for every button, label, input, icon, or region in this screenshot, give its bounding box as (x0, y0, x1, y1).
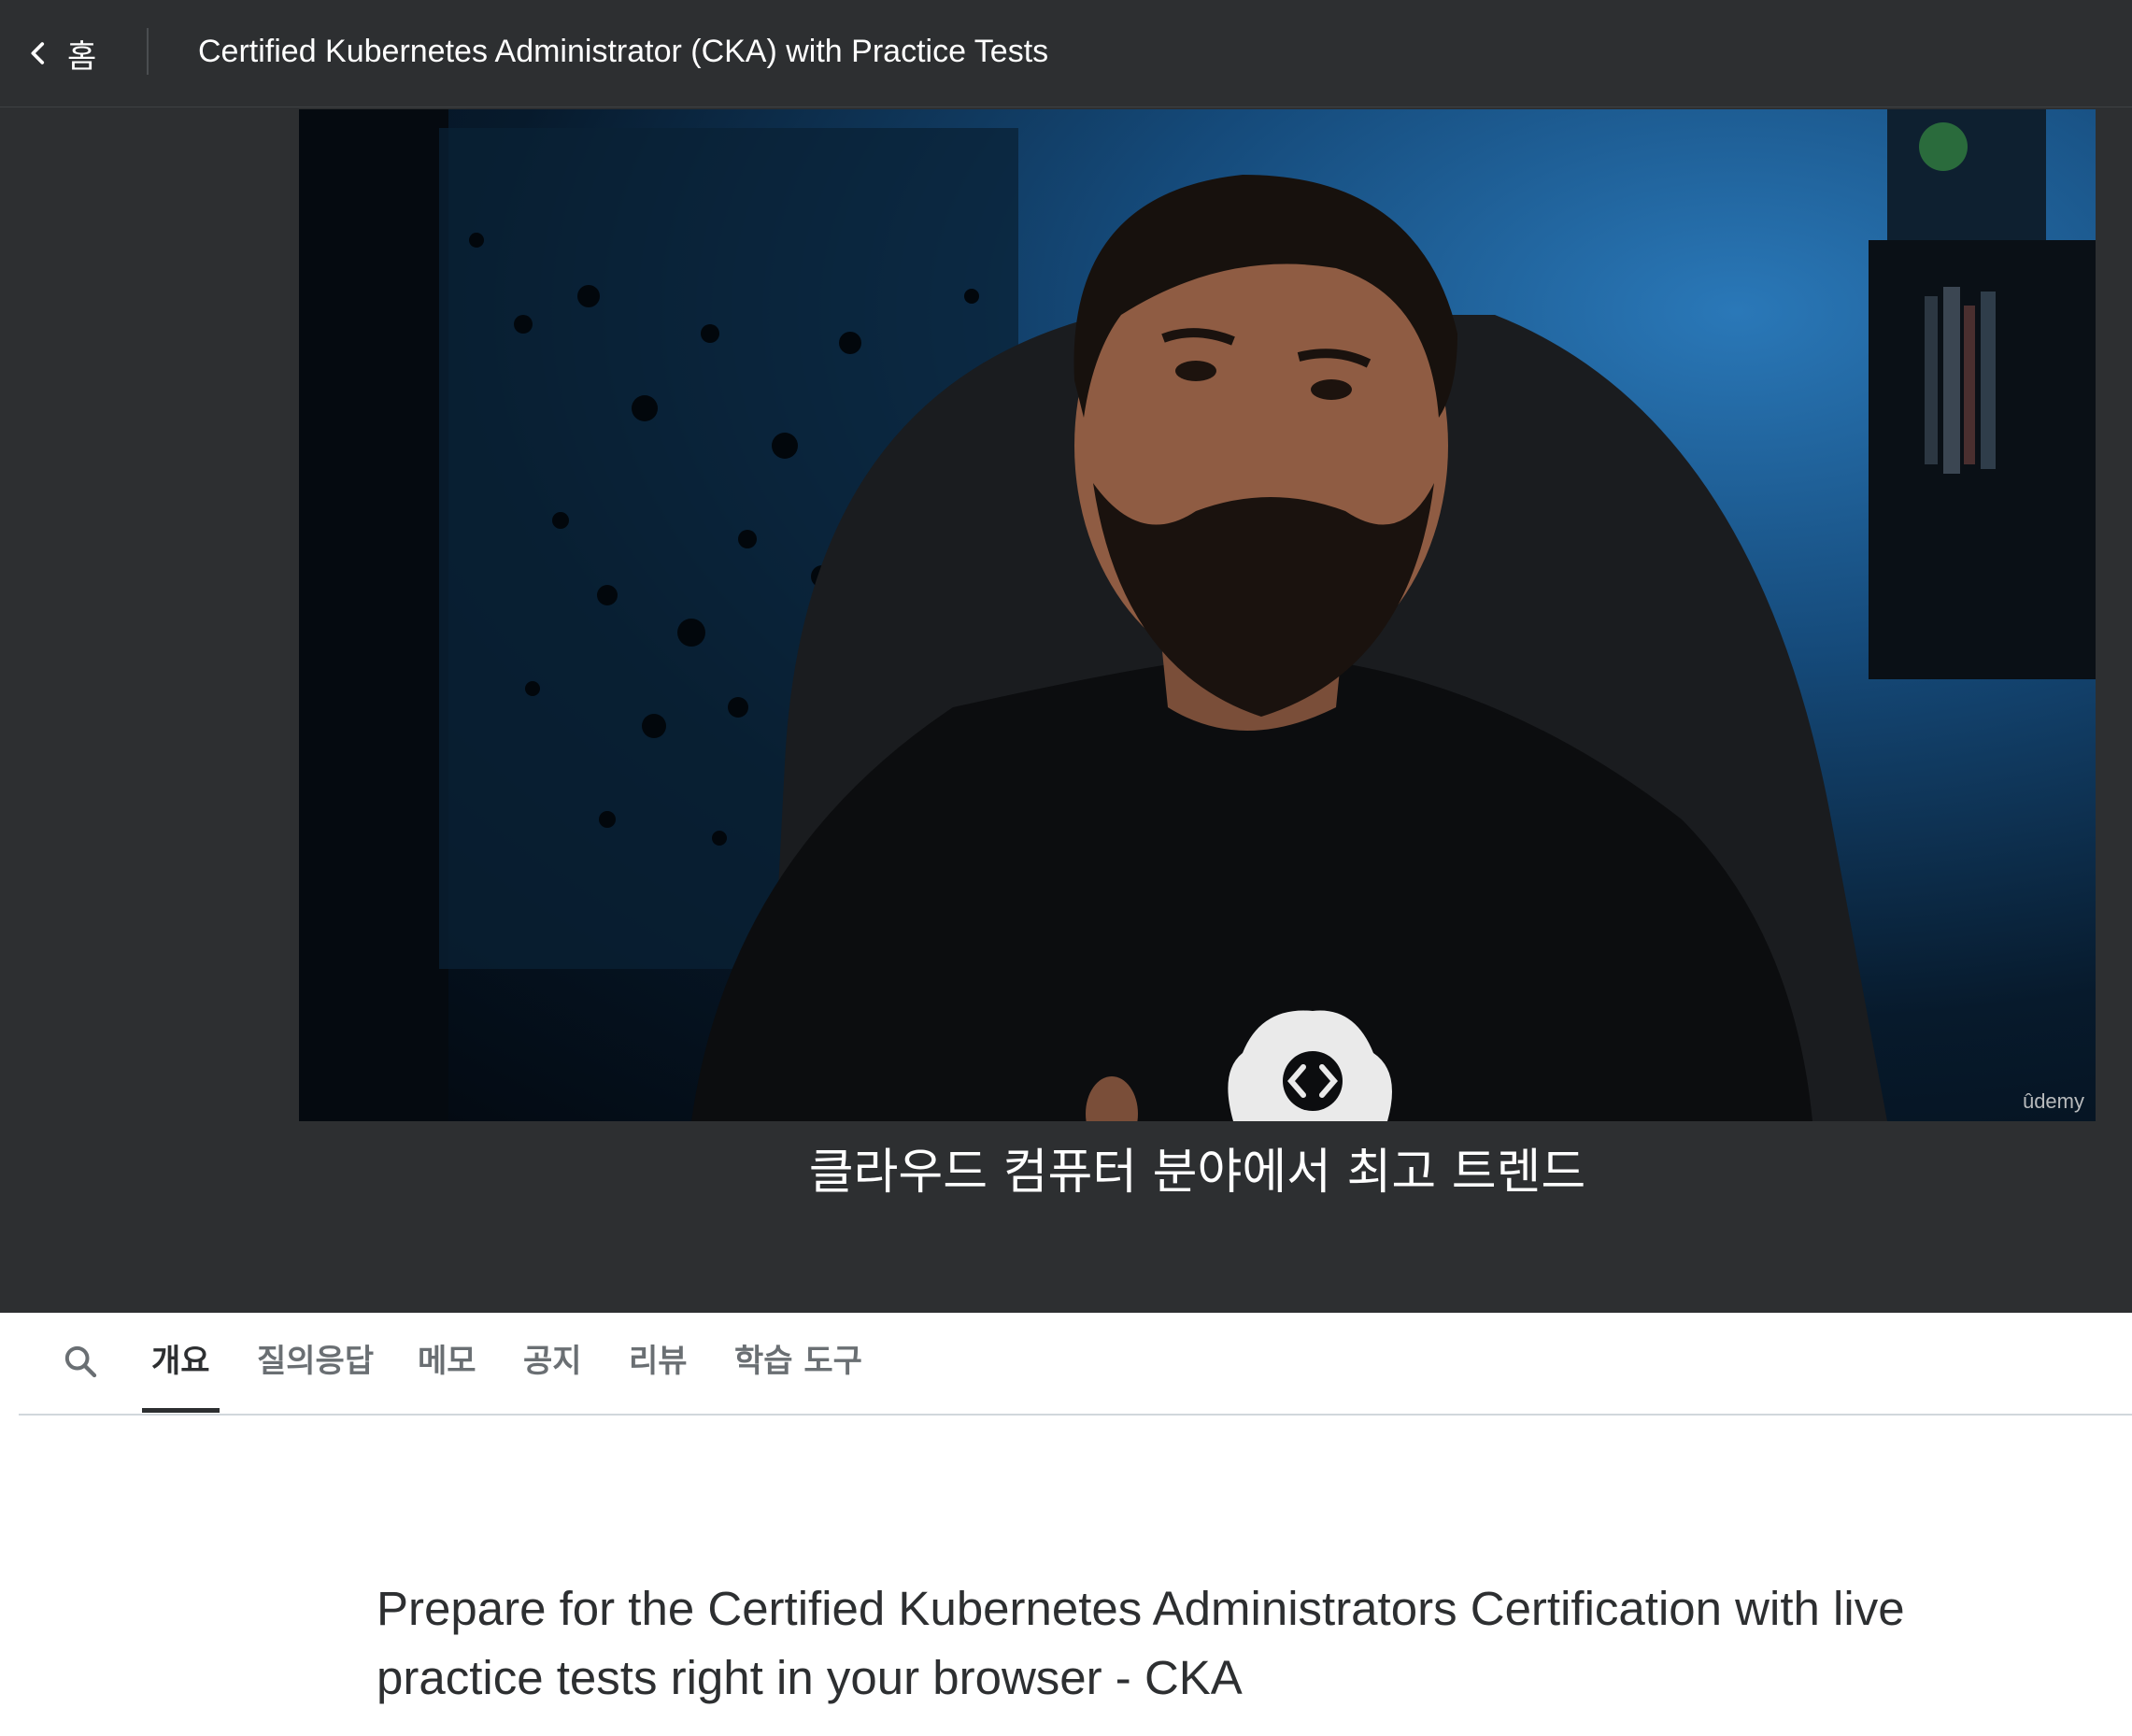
header-divider (147, 28, 149, 75)
tab-qna[interactable]: 질의응답 (257, 1333, 374, 1389)
back-to-home-link[interactable]: 홈 (22, 25, 96, 81)
course-tabs: 개요 질의응답 메모 공지 리뷰 학습 도구 (19, 1313, 2132, 1416)
search-tab-button[interactable] (62, 1343, 99, 1380)
video-watermark: ûdemy (2022, 1089, 2084, 1113)
video-caption: 클라우드 컴퓨터 분야에서 최고 트렌드 (808, 1145, 1586, 1201)
tab-learning-tools[interactable]: 학습 도구 (734, 1333, 862, 1389)
course-title[interactable]: Certified Kubernetes Administrator (CKA)… (198, 28, 1048, 75)
tab-overview[interactable]: 개요 (142, 1333, 220, 1413)
tab-reviews[interactable]: 리뷰 (629, 1333, 688, 1389)
video-player-area: ûdemy 클라우드 컴퓨터 분야에서 최고 트렌드 (0, 107, 2132, 1313)
video-frame-image (299, 109, 2096, 1121)
chevron-left-icon (31, 42, 45, 64)
tab-notes[interactable]: 메모 (418, 1333, 476, 1389)
search-icon (64, 1345, 97, 1378)
course-header: 홈 Certified Kubernetes Administrator (CK… (0, 0, 2132, 107)
course-headline: Prepare for the Certified Kubernetes Adm… (377, 1582, 1905, 1704)
video-player[interactable]: ûdemy (299, 109, 2096, 1121)
back-label: 홈 (67, 37, 97, 76)
tab-announcements[interactable]: 공지 (523, 1333, 582, 1389)
